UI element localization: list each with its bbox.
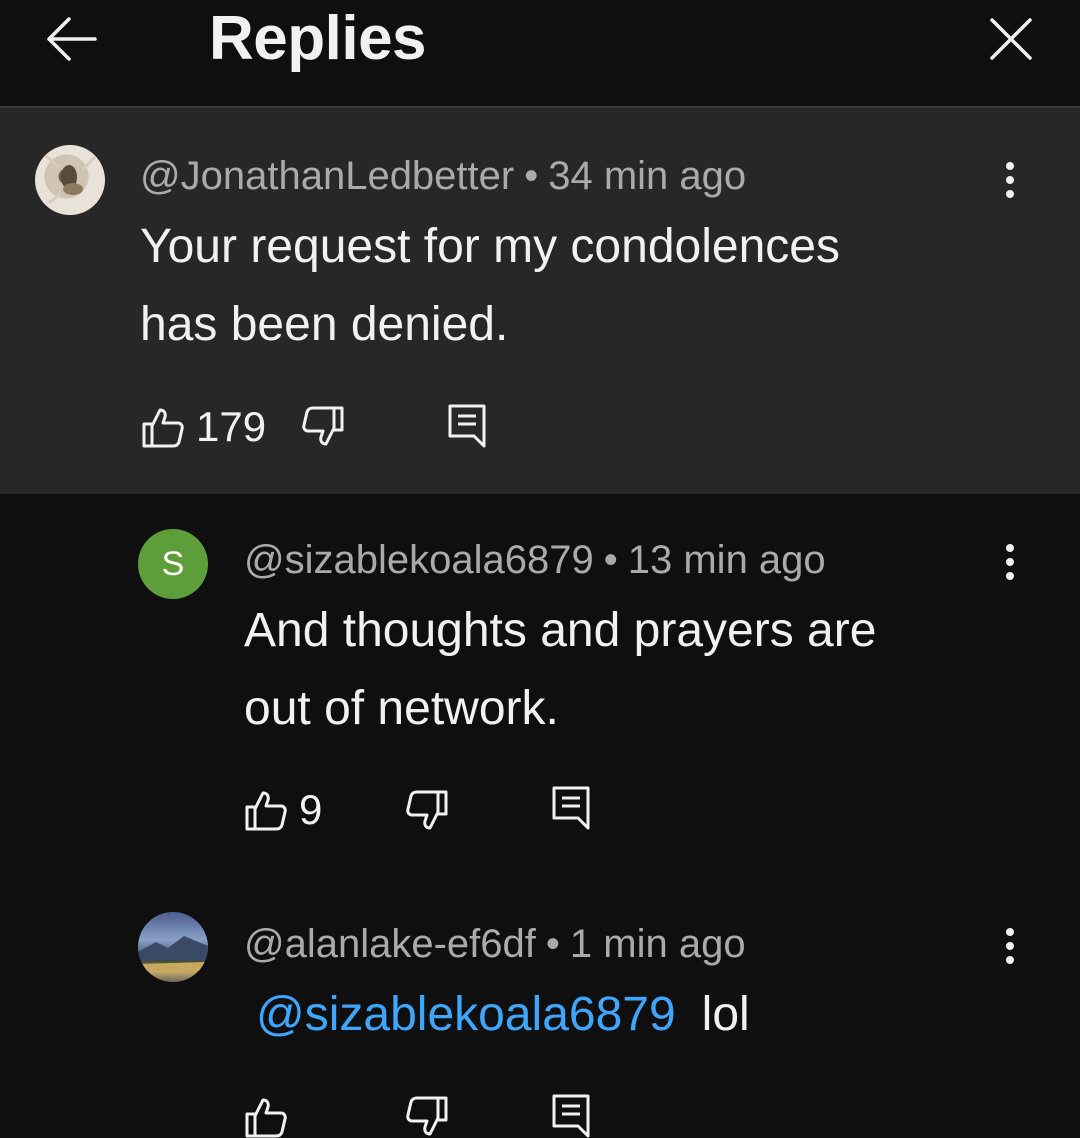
back-button[interactable] [38,8,104,70]
dislike-button[interactable] [406,1096,448,1138]
back-arrow-icon [47,17,97,61]
more-vert-icon [1006,544,1014,552]
comment-text-line: And thoughts and prayers are [244,604,877,657]
comment-author[interactable]: @sizablekoala6879 [244,538,594,582]
comment-text: @sizablekoala6879 lol [256,976,750,1054]
comment-author[interactable]: @JonathanLedbetter [140,154,514,198]
meta-separator: • [524,154,539,198]
more-vert-icon-dot [1006,956,1014,964]
top-bar: Replies [0,0,1080,108]
comment-time: 1 min ago [569,922,746,966]
reply-icon [552,1094,590,1138]
like-count: 9 [299,786,323,833]
more-vert-icon-dot [1006,942,1014,950]
parent-comment: @JonathanLedbetter • 34 min ago Your reque… [0,108,1080,494]
thumb-down-icon [302,406,344,446]
comment-meta: @sizablekoala6879 • 13 min ago [244,536,826,584]
dislike-button[interactable] [302,406,344,448]
reply-button[interactable] [448,404,486,448]
reply-button[interactable] [552,786,590,830]
more-options-button[interactable] [990,532,1030,592]
reply-icon [448,404,486,448]
more-vert-icon-dot [1006,176,1014,184]
avatar[interactable] [138,912,208,982]
mention-link[interactable]: @sizablekoala6879 [256,988,676,1041]
thumb-up-icon [142,408,184,448]
like-count: 179 [196,403,267,450]
comment-text-body: lol [701,988,750,1041]
more-vert-icon [1006,928,1014,936]
like-button[interactable]: 179 [142,403,266,451]
more-vert-icon-dot [1006,572,1014,580]
comment-time: 34 min ago [548,154,747,198]
reply-icon [552,786,590,830]
avatar-landscape-icon [138,936,208,972]
comment-text-line: Your request for my condolences [140,220,840,273]
dislike-button[interactable] [406,790,448,832]
more-vert-icon [1006,162,1014,170]
close-icon [990,18,1032,60]
comment-meta: @alanlake-ef6df • 1 min ago [244,920,746,968]
reply-button[interactable] [552,1094,590,1138]
comment-time: 13 min ago [627,538,826,582]
thumb-up-icon [245,1098,287,1138]
more-options-button[interactable] [990,150,1030,210]
close-button[interactable] [982,8,1040,70]
like-button[interactable]: 9 [245,786,322,834]
comment-text-line: out of network. [244,682,559,735]
reply-comment: @alanlake-ef6df • 1 min ago @sizablekoala6… [0,874,1080,1138]
thumb-up-icon [245,791,287,831]
more-vert-icon-dot [1006,558,1014,566]
comment-text: Your request for my condolences has been… [140,208,840,364]
reply-comment: S @sizablekoala6879 • 13 min ago And thoug… [0,494,1080,874]
avatar[interactable]: S [138,529,208,599]
comment-text-line: has been denied. [140,298,509,351]
more-vert-icon-dot [1006,190,1014,198]
like-button[interactable] [245,1096,287,1138]
comment-meta: @JonathanLedbetter • 34 min ago [140,152,746,200]
more-options-button[interactable] [990,916,1030,976]
avatar[interactable] [35,145,105,215]
avatar-letter: S [161,544,185,583]
comment-text: And thoughts and prayers are out of netw… [244,592,876,748]
avatar-image-icon [44,153,97,205]
thumb-down-icon [406,790,448,830]
page-title: Replies [209,4,427,73]
thumb-down-icon [406,1096,448,1136]
meta-separator: • [545,922,560,966]
comment-author[interactable]: @alanlake-ef6df [244,922,536,966]
meta-separator: • [603,538,618,582]
